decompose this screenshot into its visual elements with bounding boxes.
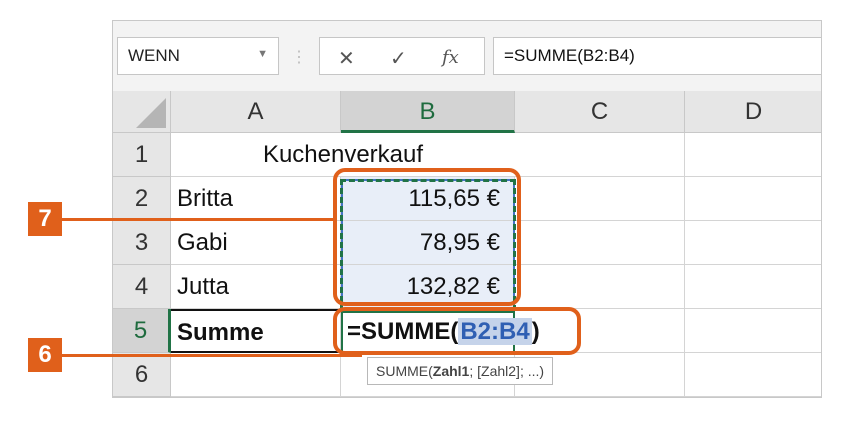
tooltip-function-name[interactable]: SUMME( bbox=[376, 363, 433, 379]
cell-d2[interactable] bbox=[685, 177, 821, 221]
drag-handle-icon[interactable]: ⋮ bbox=[291, 47, 307, 67]
row-header-6[interactable]: 6 bbox=[113, 353, 171, 397]
callout-6-leader-line bbox=[62, 354, 362, 357]
callout-6-highlight bbox=[333, 307, 581, 355]
cell-d5[interactable] bbox=[685, 309, 821, 353]
formula-bar: WENN ▼ ⋮ ✕ ✓ fx =SUMME(B2:B4) bbox=[113, 21, 821, 92]
cell-d4[interactable] bbox=[685, 265, 821, 309]
name-box[interactable]: WENN ▼ bbox=[117, 37, 279, 75]
formula-buttons: ✕ ✓ fx bbox=[319, 37, 485, 75]
cell-d1[interactable] bbox=[685, 133, 821, 177]
cell-c2[interactable] bbox=[515, 177, 685, 221]
select-all-triangle-icon bbox=[136, 98, 166, 128]
column-header-b[interactable]: B bbox=[341, 91, 515, 133]
cancel-icon[interactable]: ✕ bbox=[338, 46, 355, 71]
tooltip-current-argument: Zahl1 bbox=[432, 363, 470, 379]
formula-input[interactable]: =SUMME(B2:B4) bbox=[493, 37, 821, 75]
cell-a5[interactable]: Summe bbox=[171, 309, 341, 353]
column-header-d[interactable]: D bbox=[685, 91, 821, 133]
row-header-4[interactable]: 4 bbox=[113, 265, 171, 309]
cell-a6[interactable] bbox=[171, 353, 341, 397]
cell-a2[interactable]: Britta bbox=[171, 177, 341, 221]
callout-7-highlight bbox=[333, 168, 521, 306]
row-header-2[interactable]: 2 bbox=[113, 177, 171, 221]
row-header-3[interactable]: 3 bbox=[113, 221, 171, 265]
chevron-down-icon[interactable]: ▼ bbox=[257, 48, 268, 60]
cell-a3[interactable]: Gabi bbox=[171, 221, 341, 265]
callout-7-badge: 7 bbox=[28, 202, 62, 236]
function-argument-tooltip: SUMME(Zahl1; [Zahl2]; ...) bbox=[367, 357, 554, 385]
column-header-a[interactable]: A bbox=[171, 91, 341, 133]
tooltip-remaining-arguments: ; [Zahl2]; ...) bbox=[469, 363, 545, 379]
cell-d6[interactable] bbox=[685, 353, 821, 397]
callout-6-badge: 6 bbox=[28, 338, 62, 372]
cell-c3[interactable] bbox=[515, 221, 685, 265]
row-header-5[interactable]: 5 bbox=[113, 309, 171, 353]
cell-c1[interactable] bbox=[515, 133, 685, 177]
cell-d3[interactable] bbox=[685, 221, 821, 265]
cell-a4[interactable]: Jutta bbox=[171, 265, 341, 309]
column-header-c[interactable]: C bbox=[515, 91, 685, 133]
confirm-icon[interactable]: ✓ bbox=[390, 46, 407, 71]
select-all-button[interactable] bbox=[113, 91, 171, 133]
callout-7-leader-line bbox=[62, 218, 334, 221]
cell-c4[interactable] bbox=[515, 265, 685, 309]
insert-function-icon[interactable]: fx bbox=[442, 47, 459, 68]
name-box-value: WENN bbox=[128, 46, 180, 65]
row-header-1[interactable]: 1 bbox=[113, 133, 171, 177]
